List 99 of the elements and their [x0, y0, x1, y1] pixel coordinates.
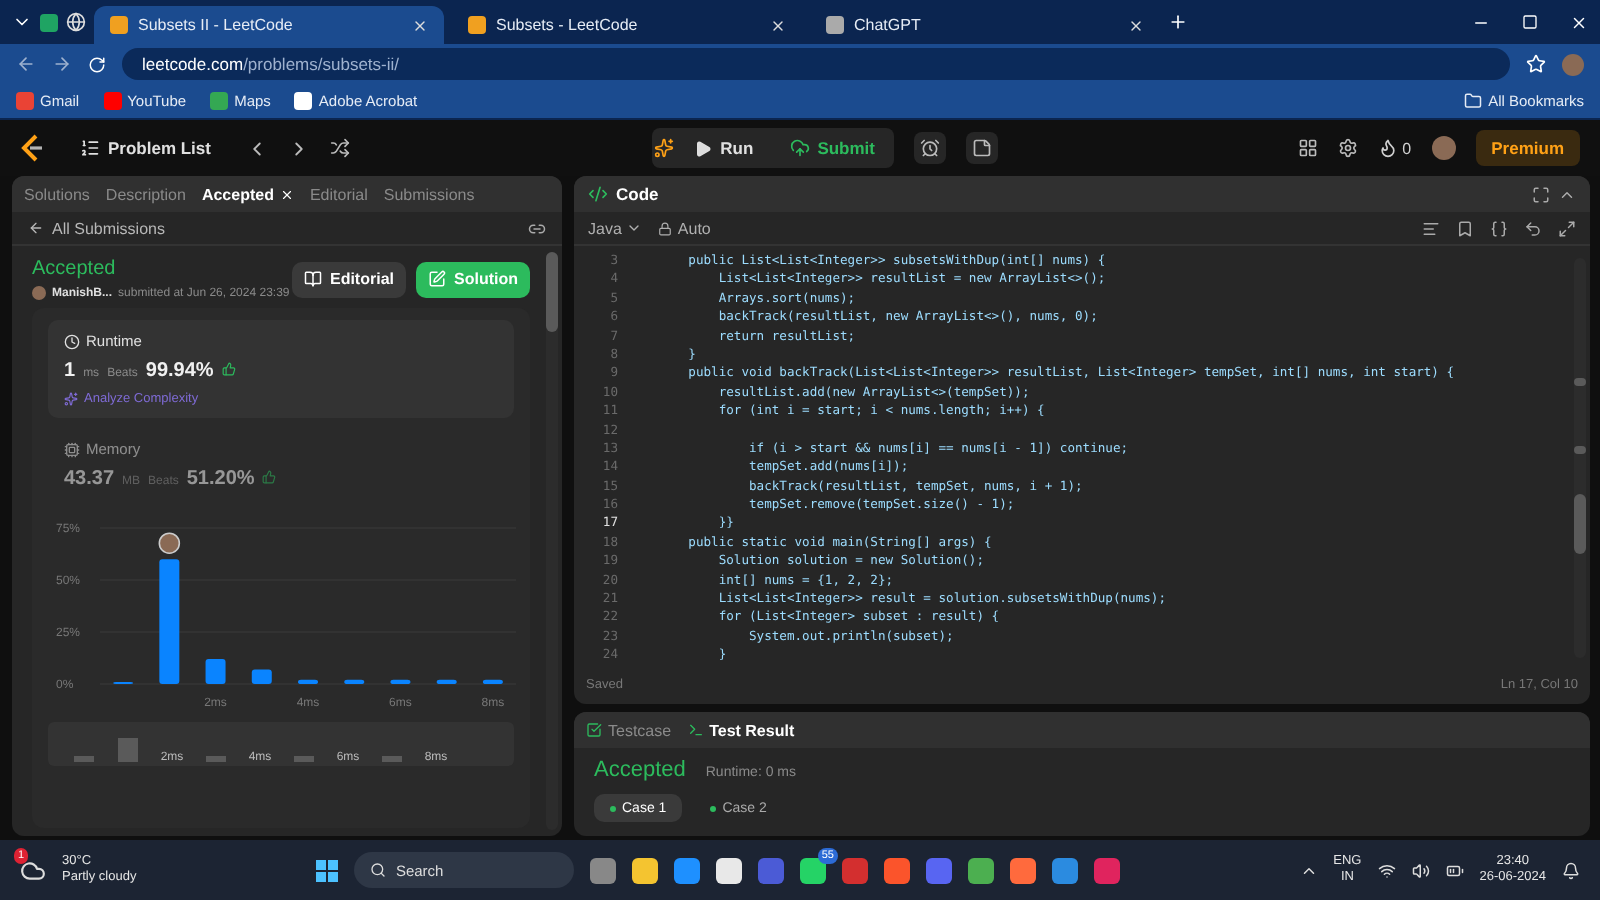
panel-tab[interactable]: Testcase	[586, 721, 672, 739]
close-icon[interactable]	[770, 17, 786, 33]
chart-bar	[251, 669, 272, 684]
problem-list-button[interactable]: Problem List	[64, 130, 227, 166]
scrollbar-thumb[interactable]	[546, 252, 558, 332]
close-icon[interactable]	[1128, 17, 1144, 33]
expand-icon[interactable]	[1558, 219, 1576, 237]
chart-bar	[436, 679, 457, 684]
reload-icon[interactable]	[88, 55, 106, 73]
star-icon[interactable]	[1526, 54, 1546, 74]
favicon	[16, 92, 34, 110]
shuffle-icon[interactable]	[330, 138, 351, 158]
back-icon[interactable]	[28, 220, 44, 236]
edit-icon	[428, 270, 446, 288]
list-icon	[80, 138, 100, 158]
overview-bar	[382, 756, 402, 762]
terminal-icon	[687, 722, 704, 738]
notes-icon[interactable]	[971, 138, 991, 158]
address-bar[interactable]: leetcode.com/problems/subsets-ii/	[122, 48, 1510, 80]
browser-tab[interactable]: Subsets - LeetCode	[452, 6, 802, 44]
favicon	[103, 92, 122, 110]
checkbox-icon	[586, 722, 602, 738]
favicon	[210, 92, 229, 110]
favicon	[826, 16, 844, 34]
start-icon[interactable]	[315, 859, 338, 881]
editorial-button[interactable]: Editorial	[291, 261, 406, 297]
chart-bar	[205, 659, 226, 684]
maximize-icon[interactable]	[1522, 13, 1538, 29]
favicon	[294, 92, 313, 110]
battery-icon[interactable]	[1445, 861, 1464, 879]
chart-bar	[482, 679, 503, 684]
favicon	[468, 16, 486, 34]
search-icon	[369, 862, 386, 878]
bell-icon[interactable]	[1562, 861, 1580, 879]
chart-bar	[344, 679, 365, 684]
status-text: Accepted	[32, 258, 118, 280]
weather-icon	[20, 857, 46, 883]
language-select[interactable]: Java	[588, 219, 642, 237]
link-icon[interactable]	[528, 219, 546, 237]
overview-bar	[74, 756, 94, 762]
panel-tab[interactable]: Editorial	[309, 185, 368, 203]
flame-icon	[1378, 138, 1399, 158]
reset-icon[interactable]	[1524, 219, 1542, 237]
browser-tab[interactable]: Subsets II - LeetCode	[94, 6, 444, 44]
sparkle-icon	[64, 392, 78, 406]
wifi-icon[interactable]	[1377, 861, 1396, 879]
avatar-marker	[158, 532, 181, 554]
chevron-down-icon	[625, 220, 642, 236]
panel-tab[interactable]: Test Result	[687, 721, 795, 739]
profile-avatar[interactable]	[1431, 136, 1456, 160]
scroll-marker	[1574, 446, 1586, 454]
premium-button[interactable]: Premium	[1475, 130, 1580, 166]
back-icon[interactable]	[16, 54, 36, 74]
settings-icon[interactable]	[1338, 138, 1359, 158]
user-avatar	[32, 286, 46, 300]
logo-icon	[20, 134, 44, 162]
chart-bar	[298, 679, 318, 684]
play-icon	[694, 139, 713, 157]
layout-icon[interactable]	[1298, 138, 1319, 158]
streak-counter[interactable]: 0	[1378, 138, 1412, 158]
scrollbar-thumb[interactable]	[1574, 494, 1586, 554]
status-dot	[710, 805, 717, 811]
browser-tab[interactable]: ChatGPT	[810, 6, 1160, 44]
chart-bar	[159, 559, 180, 684]
fullscreen-icon[interactable]	[1532, 185, 1550, 203]
overview-bar	[118, 738, 138, 762]
run-button[interactable]: Run	[678, 130, 770, 166]
timer-icon[interactable]	[919, 138, 939, 158]
volume-icon[interactable]	[1411, 861, 1430, 879]
result-status: Accepted	[594, 758, 686, 782]
overview-bar	[206, 756, 226, 762]
panel-tab[interactable]: Description	[105, 185, 186, 203]
lock-icon	[657, 221, 672, 235]
submit-button[interactable]: Submit	[773, 130, 891, 166]
panel-tab[interactable]: Submissions	[383, 185, 475, 203]
new-tab-icon[interactable]	[1168, 12, 1188, 32]
all-submissions-link[interactable]: All Submissions	[52, 219, 165, 237]
favicon	[110, 16, 128, 34]
scroll-marker	[1574, 378, 1586, 386]
panel-title: Code	[616, 184, 659, 204]
overview-bar	[294, 756, 314, 762]
panel-tab[interactable]: Solutions	[24, 185, 90, 203]
close-icon[interactable]	[412, 17, 428, 33]
format-icon[interactable]	[1422, 219, 1440, 237]
forward-icon[interactable]	[52, 54, 72, 74]
cloud-upload-icon	[789, 138, 810, 158]
thumbs-up-icon	[221, 362, 236, 376]
globe-icon[interactable]	[66, 12, 86, 32]
panel-tab[interactable]: Accepted	[201, 185, 294, 203]
bookmark-icon[interactable]	[1456, 219, 1474, 237]
braces-icon[interactable]	[1490, 219, 1508, 237]
clock-icon	[64, 333, 80, 349]
code-icon	[588, 184, 608, 204]
book-icon	[303, 270, 322, 288]
chip-icon	[64, 441, 80, 457]
chart-bar	[390, 679, 411, 684]
auto-mode[interactable]: Auto	[657, 219, 711, 237]
status-dot	[610, 805, 616, 811]
thumbs-up-icon	[262, 470, 277, 484]
